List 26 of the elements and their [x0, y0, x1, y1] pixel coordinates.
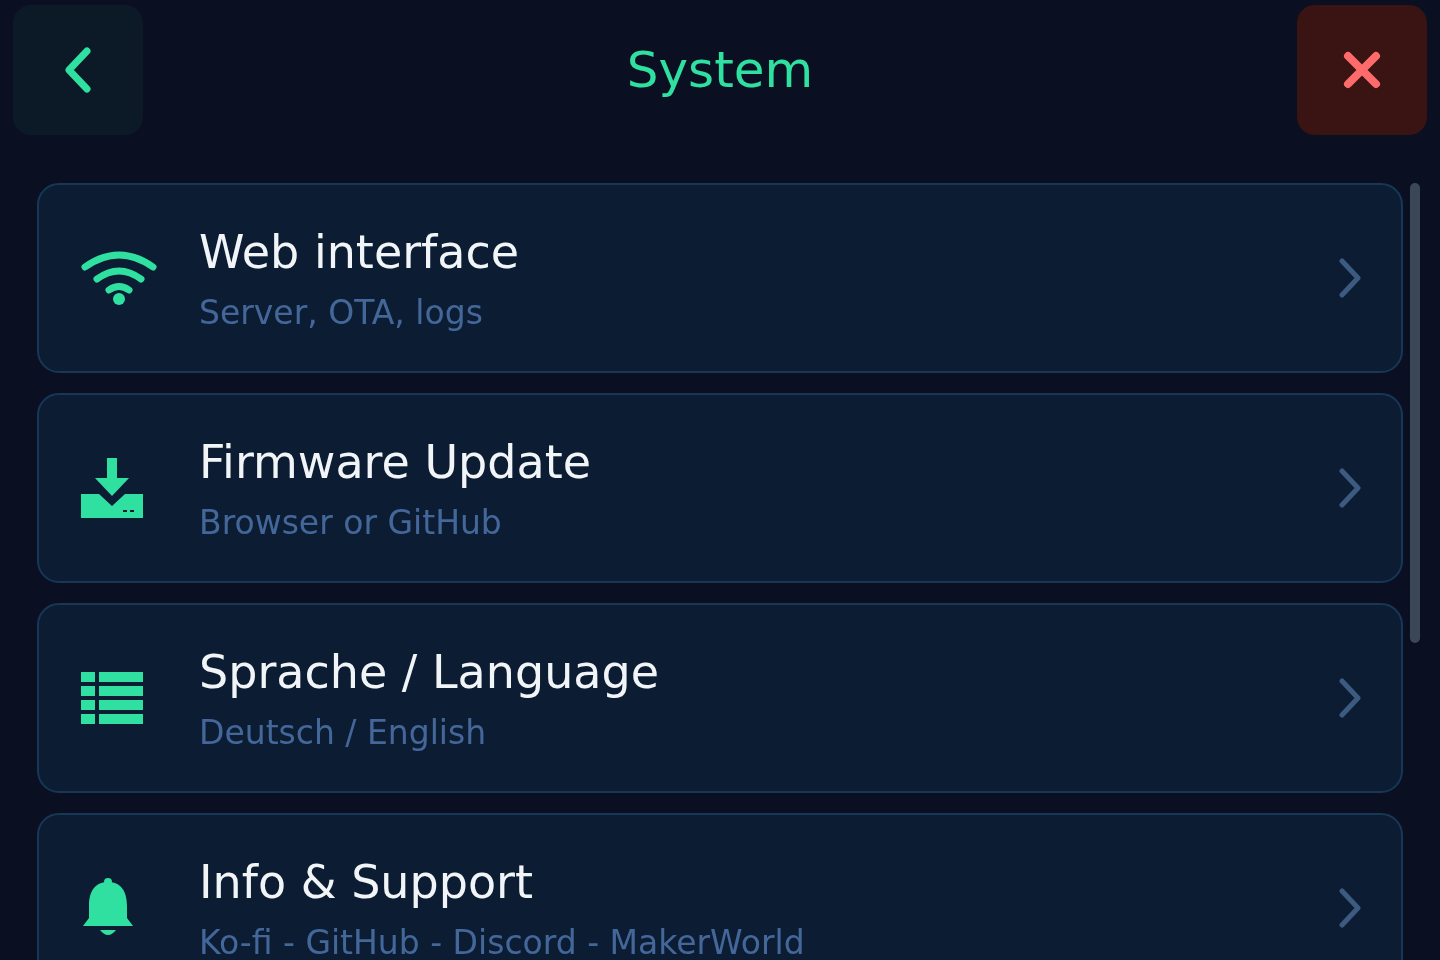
bell-icon — [81, 878, 135, 938]
list-icon — [81, 672, 143, 724]
item-title: Sprache / Language — [199, 644, 660, 699]
item-title: Firmware Update — [199, 434, 593, 489]
chevron-icon — [1339, 888, 1361, 928]
page-title: System — [626, 41, 814, 99]
item-title: Info & Support — [199, 854, 535, 909]
item-subtitle: Server, OTA, logs — [199, 292, 484, 332]
item-subtitle: Deutsch / English — [199, 712, 488, 752]
close-icon — [1343, 51, 1381, 89]
close-button[interactable] — [1297, 5, 1427, 135]
menu-item[interactable]: Firmware Update Browser or GitHub — [37, 393, 1403, 583]
menu-item[interactable]: Web interface Server, OTA, logs — [37, 183, 1403, 373]
item-subtitle: Browser or GitHub — [199, 502, 503, 542]
wifi-icon — [81, 251, 157, 305]
menu-item[interactable]: Info & Support Ko-fi - GitHub - Discord - MakerWorld — [37, 813, 1403, 960]
scrollbar[interactable] — [1410, 183, 1420, 643]
download-icon — [81, 458, 143, 518]
back-button[interactable] — [13, 5, 143, 135]
item-title: Web interface — [199, 224, 521, 279]
item-subtitle: Ko-fi - GitHub - Discord - MakerWorld — [199, 922, 806, 960]
menu-item[interactable]: Sprache / Language Deutsch / English — [37, 603, 1403, 793]
chevron-icon — [1339, 678, 1361, 718]
chevron-icon — [1339, 468, 1361, 508]
chevron-icon — [1339, 258, 1361, 298]
back-icon — [63, 47, 93, 93]
